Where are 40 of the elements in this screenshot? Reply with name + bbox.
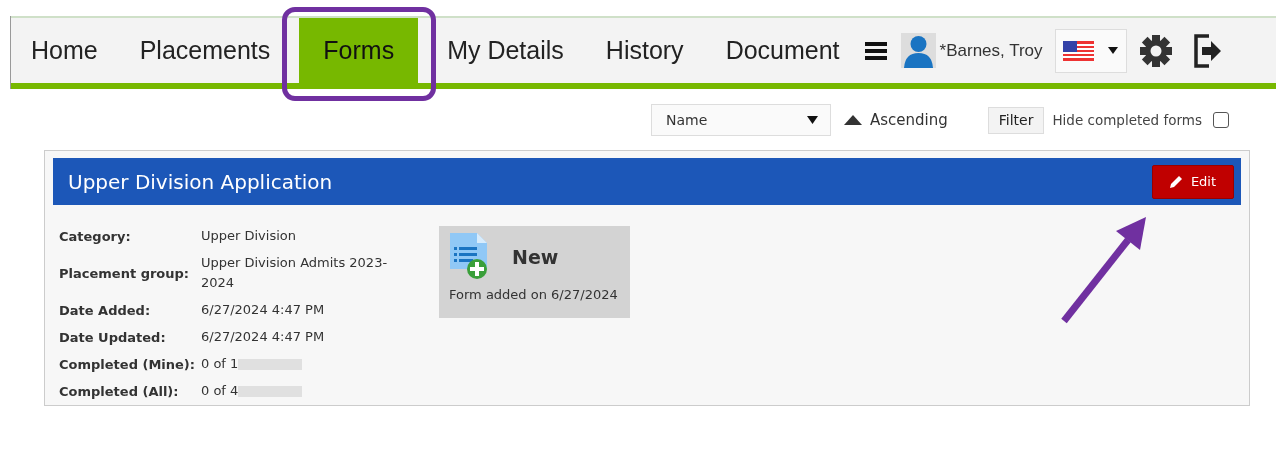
nav-tab[interactable]: History xyxy=(584,18,705,83)
detail-label: Placement group: xyxy=(59,264,191,283)
detail-label: Category: xyxy=(59,227,132,246)
menu-icon[interactable] xyxy=(864,40,887,61)
nav-tab[interactable]: Document xyxy=(704,18,861,83)
nav-tab[interactable]: Home xyxy=(11,18,119,83)
tile-caption: Form added on 6/27/2024 xyxy=(449,287,619,302)
sort-order-link[interactable]: Ascending xyxy=(870,111,948,129)
user-name[interactable]: *Barnes, Troy xyxy=(939,40,1043,61)
nav-tab[interactable]: My Details xyxy=(426,18,585,83)
new-document-icon xyxy=(450,233,488,279)
caret-icon xyxy=(807,116,818,124)
filter-button[interactable]: Filter xyxy=(987,106,1045,134)
pencil-icon xyxy=(1169,175,1183,188)
detail-value: Upper Division Admits 2023-2024 xyxy=(201,255,388,290)
sort-ascending-icon[interactable] xyxy=(844,115,862,125)
detail-label: Date Updated: xyxy=(59,328,167,347)
nav-tab[interactable]: Placements xyxy=(118,18,292,83)
flag-icon xyxy=(1063,40,1095,61)
detail-value: 0 of 1 xyxy=(201,356,239,371)
nav-tab[interactable]: Forms xyxy=(299,18,419,83)
language-dropdown[interactable] xyxy=(1054,28,1127,73)
sort-field-dropdown[interactable]: Name xyxy=(651,104,831,136)
detail-value: 6/27/2024 4:47 PM xyxy=(201,302,325,317)
detail-value: 6/27/2024 4:47 PM xyxy=(201,329,325,344)
logout-icon[interactable] xyxy=(1192,32,1223,69)
detail-label: Completed (Mine): xyxy=(59,355,196,374)
hide-completed-checkbox[interactable] xyxy=(1212,112,1229,128)
detail-label: Completed (All): xyxy=(59,382,180,401)
settings-icon[interactable] xyxy=(1138,33,1173,68)
user-avatar-icon[interactable] xyxy=(900,33,936,68)
caret-icon xyxy=(1108,47,1119,54)
detail-label: Date Added: xyxy=(59,301,152,320)
form-title: Upper Division Application xyxy=(68,169,333,194)
tile-title: New xyxy=(511,245,560,270)
detail-value: Upper Division xyxy=(201,228,296,243)
edit-button[interactable]: Edit xyxy=(1152,164,1234,199)
detail-value: 0 of 4 xyxy=(201,383,239,398)
hide-completed-label: Hide completed forms xyxy=(1052,112,1202,128)
new-form-tile[interactable]: New Form added on 6/27/2024 xyxy=(439,226,630,318)
